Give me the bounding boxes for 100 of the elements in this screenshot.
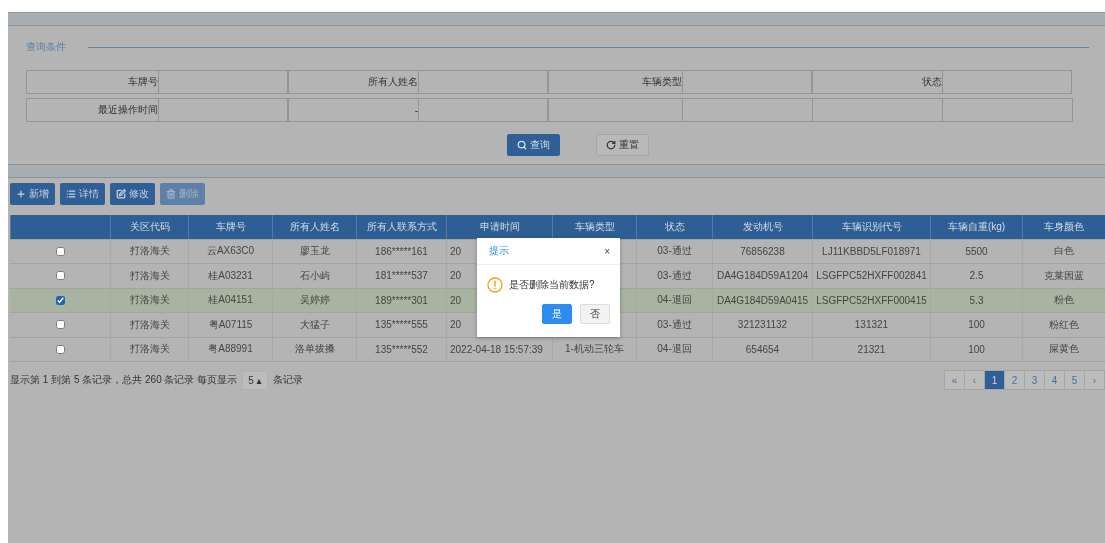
table-cell: 吴婷婷 bbox=[272, 288, 356, 312]
input-field[interactable] bbox=[682, 70, 812, 94]
row-checkbox[interactable] bbox=[55, 271, 65, 281]
table-cell: 321231132 bbox=[712, 313, 812, 337]
page-button[interactable]: 1 bbox=[984, 370, 1005, 390]
reset-button[interactable]: 重置 bbox=[595, 134, 649, 156]
table-cell: 03-通过 bbox=[636, 264, 712, 288]
toolbar-button[interactable]: 修改 bbox=[110, 183, 155, 205]
input-field[interactable] bbox=[942, 70, 1072, 94]
column-header: 发动机号 bbox=[712, 215, 812, 239]
table-cell: 654654 bbox=[712, 337, 812, 361]
cancel-button[interactable]: 否 bbox=[580, 304, 610, 324]
page-button[interactable]: 2 bbox=[1004, 370, 1025, 390]
page-button[interactable]: › bbox=[1084, 370, 1105, 390]
table-cell: 100 bbox=[930, 337, 1022, 361]
row-checkbox[interactable] bbox=[55, 320, 65, 330]
table-cell: 廖玉龙 bbox=[272, 239, 356, 263]
table-cell: 云AX63C0 bbox=[188, 239, 272, 263]
page-button[interactable]: 3 bbox=[1024, 370, 1045, 390]
table-cell: 屎黄色 bbox=[1022, 337, 1105, 361]
field-label: 车牌号 bbox=[26, 70, 159, 94]
field-label: 车辆类型 bbox=[548, 70, 683, 94]
search-icon bbox=[516, 140, 527, 150]
table-cell: 181*****537 bbox=[356, 264, 446, 288]
column-header: 车辆自重(kg) bbox=[930, 215, 1022, 239]
table-cell: DA4G184D59A0415 bbox=[712, 288, 812, 312]
table-cell: 粉红色 bbox=[1022, 313, 1105, 337]
date-field[interactable] bbox=[158, 98, 288, 122]
table-cell: 桂A03231 bbox=[188, 264, 272, 288]
table-cell: 2.5 bbox=[930, 264, 1022, 288]
toolbar-button[interactable]: 新增 bbox=[10, 183, 55, 205]
table-cell: 186*****161 bbox=[356, 239, 446, 263]
table-cell: 粤A88991 bbox=[188, 337, 272, 361]
table-cell: 131321 bbox=[812, 313, 930, 337]
row-checkbox[interactable] bbox=[55, 344, 65, 354]
table-cell: 03-通过 bbox=[636, 239, 712, 263]
table-cell: 打洛海关 bbox=[110, 288, 188, 312]
table-cell: 打洛海关 bbox=[110, 337, 188, 361]
table-cell: 打洛海关 bbox=[110, 264, 188, 288]
trash-icon bbox=[166, 189, 176, 199]
table-cell: 石小屿 bbox=[272, 264, 356, 288]
close-button[interactable]: × bbox=[604, 245, 610, 257]
edit-icon bbox=[116, 189, 126, 199]
panel-title: 查询条件 bbox=[26, 40, 66, 54]
records-suffix: 条记录 bbox=[272, 373, 303, 387]
table-cell: 03-通过 bbox=[636, 313, 712, 337]
page-size-select[interactable]: 5 ▴ bbox=[242, 370, 268, 390]
toolbar-button[interactable]: 详情 bbox=[60, 183, 105, 205]
table-cell: 5500 bbox=[930, 239, 1022, 263]
row-checkbox[interactable] bbox=[55, 246, 65, 256]
table-cell: 打洛海关 bbox=[110, 313, 188, 337]
row-checkbox[interactable] bbox=[55, 295, 65, 305]
field-label: 所有人姓名 bbox=[288, 70, 419, 94]
search-button[interactable]: 查询 bbox=[506, 134, 560, 156]
table-cell: 桂A04151 bbox=[188, 288, 272, 312]
column-header: 所有人姓名 bbox=[272, 215, 356, 239]
page-button[interactable]: ‹ bbox=[964, 370, 985, 390]
table-cell: 粤A07115 bbox=[188, 313, 272, 337]
page-button[interactable]: « bbox=[944, 370, 965, 390]
table-cell: 白色 bbox=[1022, 239, 1105, 263]
table-cell: LSGFPC52HXFF000415 bbox=[812, 288, 930, 312]
column-header: 车牌号 bbox=[188, 215, 272, 239]
table-cell: LJ11KBBD5LF018971 bbox=[812, 239, 930, 263]
table-cell: 洛单拔搡 bbox=[272, 337, 356, 361]
table-cell: 04-退回 bbox=[636, 288, 712, 312]
field-label: 状态 bbox=[812, 70, 943, 94]
input-field[interactable] bbox=[158, 70, 288, 94]
table-cell: 21321 bbox=[812, 337, 930, 361]
warning-icon bbox=[487, 277, 503, 293]
column-header: 所有人联系方式 bbox=[356, 215, 446, 239]
dialog-title: 提示 bbox=[489, 244, 509, 258]
table-cell: 04-退回 bbox=[636, 337, 712, 361]
confirm-button[interactable]: 是 bbox=[542, 304, 572, 324]
page-button[interactable]: 4 bbox=[1044, 370, 1065, 390]
range-separator: - bbox=[288, 98, 419, 122]
table-cell: 克莱因蓝 bbox=[1022, 264, 1105, 288]
page-button[interactable]: 5 bbox=[1064, 370, 1085, 390]
table-row[interactable]: 打洛海关 粤A88991 洛单拔搡 135*****552 2022-04-18 15:57:39 1-机动三轮车 04-退回 654654 21321 100 屎黄色 bbox=[10, 337, 1105, 362]
table-cell: DA4G184D59A1204 bbox=[712, 264, 812, 288]
table-cell: 5.3 bbox=[930, 288, 1022, 312]
column-header: 车身颜色 bbox=[1022, 215, 1105, 239]
table-cell: LSGFPC52HXFF002841 bbox=[812, 264, 930, 288]
list-icon bbox=[66, 189, 76, 199]
column-header: 状态 bbox=[636, 215, 712, 239]
table-cell: 粉色 bbox=[1022, 288, 1105, 312]
column-header: 关区代码 bbox=[110, 215, 188, 239]
field-label: 最近操作时间 bbox=[26, 98, 159, 122]
input-field[interactable] bbox=[418, 70, 548, 94]
table-cell: 大猛子 bbox=[272, 313, 356, 337]
refresh-icon bbox=[605, 140, 616, 150]
table-cell: 100 bbox=[930, 313, 1022, 337]
records-summary: 显示第 1 到第 5 条记录，总共 260 条记录 每页显示 bbox=[10, 373, 238, 387]
table-cell: 135*****555 bbox=[356, 313, 446, 337]
plus-icon bbox=[16, 189, 26, 199]
table-cell: 打洛海关 bbox=[110, 239, 188, 263]
table-cell: 189*****301 bbox=[356, 288, 446, 312]
table-cell: 135*****552 bbox=[356, 337, 446, 361]
date-field[interactable] bbox=[418, 98, 548, 122]
table-cell: 76856238 bbox=[712, 239, 812, 263]
column-header: 车辆识别代号 bbox=[812, 215, 930, 239]
